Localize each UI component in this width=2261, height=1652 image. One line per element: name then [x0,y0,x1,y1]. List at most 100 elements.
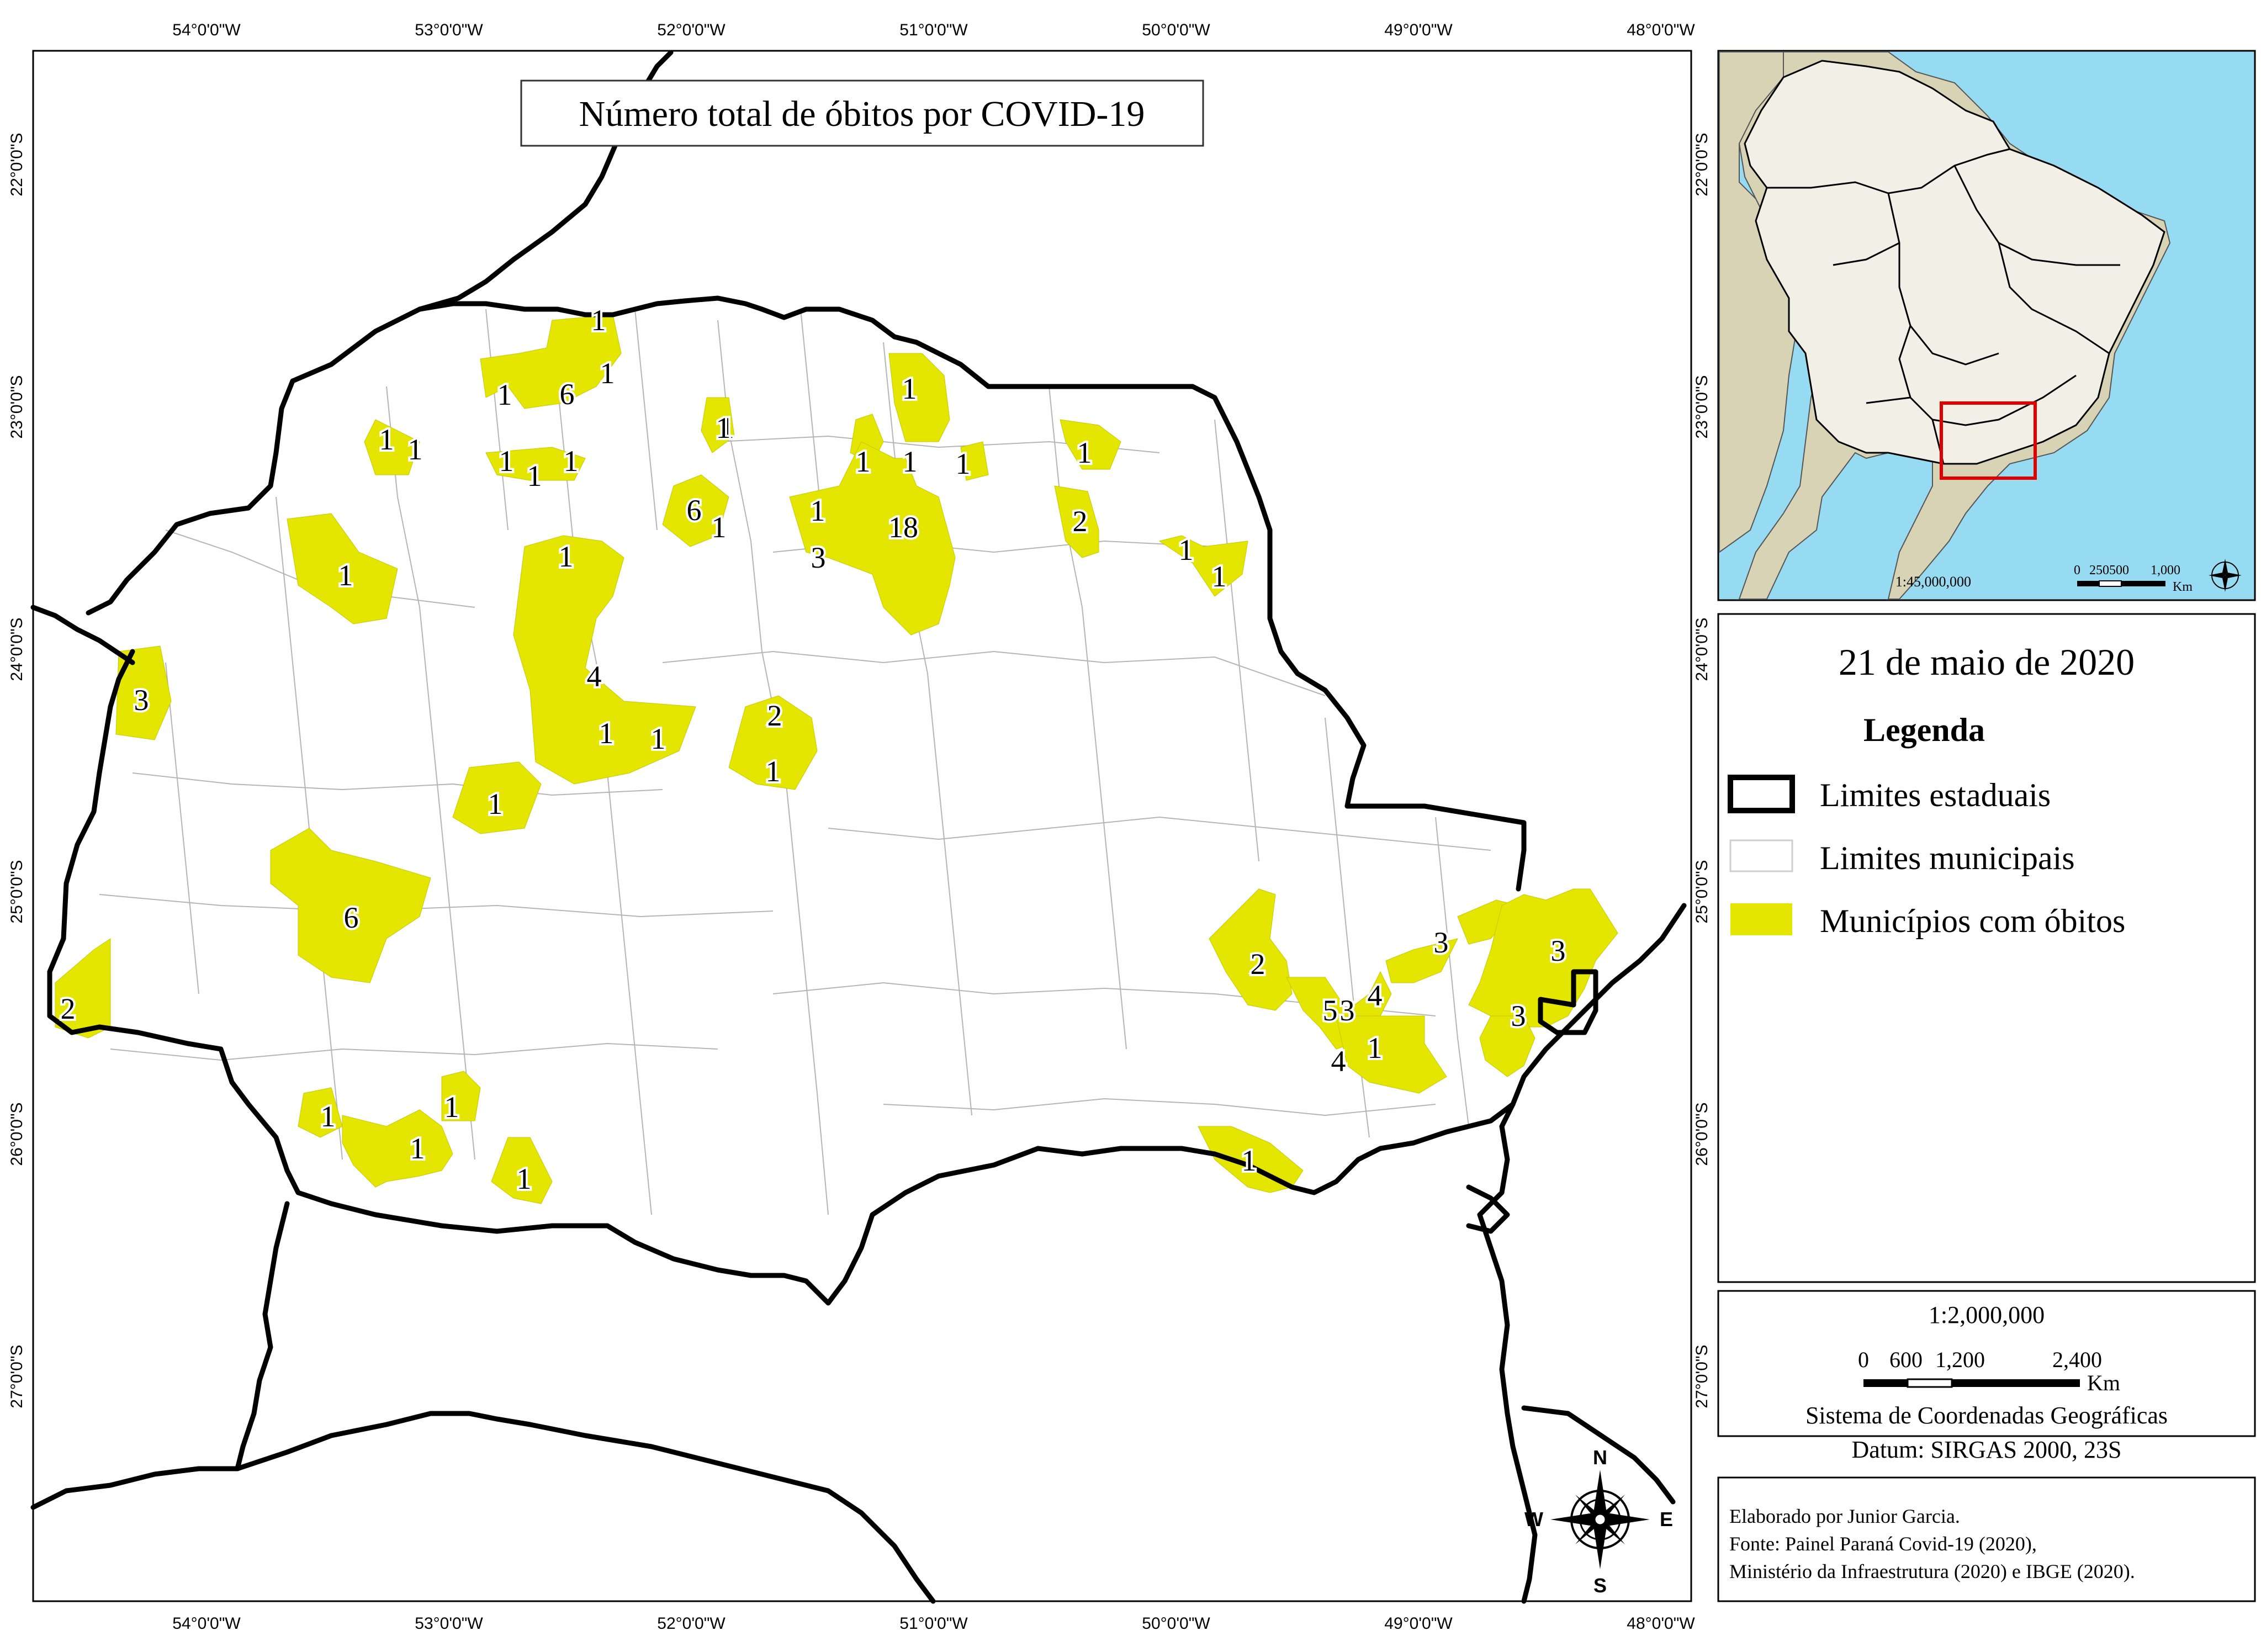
death-count-label: 1 [408,433,423,466]
credits-source-1: Fonte: Painel Paraná Covid-19 (2020), [1729,1533,2037,1555]
credits-author: Elaborado por Junior Garcia. [1729,1505,1960,1527]
scale-tick-2400: 2,400 [2052,1347,2102,1372]
scale-tick-1200: 1,200 [1935,1347,1985,1372]
graticule-label: 26°0'0"S [1693,1102,1711,1166]
death-count-label: 4 [1368,979,1383,1012]
deaths-swatch [1730,903,1792,935]
graticule-label: 27°0'0"S [8,1344,26,1408]
compass-west: W [1524,1508,1543,1531]
coordinate-system: Sistema de Coordenadas Geográficas [1805,1402,2168,1429]
graticule-label: 51°0'0"W [899,21,968,39]
death-count-label: 1 [1242,1144,1257,1177]
death-count-label: 1 [338,559,353,592]
legend-panel: 21 de maio de 2020 Legenda Limites estad… [1717,613,2256,1283]
death-count-label: 1 [410,1132,425,1165]
inset-scale-tick-2: 1,000 [2151,563,2180,578]
death-count-label: 1 [811,494,825,527]
credits-panel: Elaborado por Junior Garcia. Fonte: Pain… [1717,1476,2256,1602]
death-count-label: 2 [1073,505,1088,538]
graticule-label: 23°0'0"S [8,375,26,438]
graticule-label: 53°0'0"W [415,1614,483,1633]
legend-item-municipal-limits: Limites municipais [1820,840,2075,876]
death-count-label: 1 [1368,1031,1383,1065]
inset-scale-unit: Km [2173,580,2193,594]
inset-map: 1:45,000,000 0 250500 1,000 Km [1717,50,2256,601]
graticule-label: 22°0'0"S [1693,133,1711,196]
death-count-label: 1 [599,717,614,750]
main-map: 16111 1 1 1 1161113181 111 12111141 12131622335… [30,50,1692,1604]
inset-scale-ratio: 1:45,000,000 [1895,574,1971,590]
graticule-label: 51°0'0"W [899,1614,968,1633]
graticule-label: 49°0'0"W [1384,1614,1453,1633]
graticule-label: 50°0'0"W [1142,1614,1210,1633]
graticule-label: 49°0'0"W [1384,21,1453,39]
graticule-label: 52°0'0"W [657,21,726,39]
death-count-label: 6 [687,494,702,527]
death-count-label: 1 [1179,533,1194,566]
legend-frame [1717,613,2256,1283]
death-count-label: 3 [1511,999,1526,1032]
legend-item-state-limits: Limites estaduais [1820,777,2051,813]
scale-tick-0: 0 [1858,1347,1869,1372]
death-count-label: 1 [321,1100,336,1133]
graticule-label: 23°0'0"S [1693,375,1711,438]
death-count-label: 1 [902,372,917,405]
death-count-label: 1 [444,1090,459,1124]
death-count-label: 5 [1323,994,1338,1027]
datum: Datum: SIRGAS 2000, 23S [1852,1436,2122,1463]
death-count-label: 2 [61,992,76,1025]
inset-scale-tick-1: 250500 [2089,563,2129,578]
graticule-label: 26°0'0"S [8,1102,26,1166]
death-count-label: 2 [1251,947,1265,981]
death-count-label: 1 [600,357,615,390]
death-count-label: 1 [497,378,512,411]
compass-north: N [1593,1446,1607,1469]
death-count-label: 4 [1331,1045,1346,1078]
inset-scale-tick-0: 0 [2074,563,2080,578]
legend-heading: Legenda [1863,712,1985,748]
death-count-label: 1 [651,722,666,755]
death-count-label: 1 [499,444,514,478]
death-count-label: 4 [587,660,602,693]
graticule-label: 24°0'0"S [8,617,26,681]
graticule-label: 54°0'0"W [172,1614,241,1633]
compass-east: E [1660,1508,1673,1531]
death-count-label: 3 [811,541,826,574]
graticule-label: 27°0'0"S [1693,1344,1711,1408]
death-count-label: 18 [888,511,918,544]
death-count-label: 3 [1551,934,1566,967]
legend-item-municipalities-deaths: Municípios com óbitos [1820,903,2125,939]
death-count-label: 1 [591,304,606,337]
graticule-label: 24°0'0"S [1693,617,1711,681]
death-count-label: 1 [716,411,731,444]
death-count-label: 1 [856,445,871,478]
legend-date: 21 de maio de 2020 [1839,641,2135,683]
graticule-label: 54°0'0"W [172,21,241,39]
death-count-label: 1 [379,423,394,456]
death-count-label: 2 [767,699,782,732]
death-count-label: 1 [712,511,727,544]
death-count-label: 1 [1077,436,1092,469]
graticule-label: 52°0'0"W [657,1614,726,1633]
graticule-label: 48°0'0"W [1627,1614,1695,1633]
credits-source-2: Ministério da Infraestrutura (2020) e IB… [1729,1560,2135,1582]
map-layout: 16111 1 1 1 1161113181 111 12111141 12131622335… [0,0,2261,1652]
death-count-label: 1 [488,787,503,820]
death-count-label: 1 [559,540,574,573]
death-count-label: 3 [1340,994,1355,1027]
death-count-label: 1 [527,459,542,493]
compass-south: S [1593,1574,1607,1597]
municipal-limit-swatch [1729,839,1793,872]
death-count-label: 1 [766,755,781,788]
graticule-label: 53°0'0"W [415,21,483,39]
death-count-label: 1 [1212,560,1227,593]
graticule-label: 22°0'0"S [8,133,26,196]
graticule-label: 48°0'0"W [1627,21,1695,39]
death-count-label: 1 [903,445,918,478]
scale-unit: Km [2087,1370,2120,1395]
death-count-label: 6 [344,901,359,934]
death-count-label: 3 [1434,926,1449,959]
map-title: Número total de óbitos por COVID-19 [579,94,1145,134]
graticule-label: 25°0'0"S [8,860,26,923]
graticule-label: 50°0'0"W [1142,21,1210,39]
